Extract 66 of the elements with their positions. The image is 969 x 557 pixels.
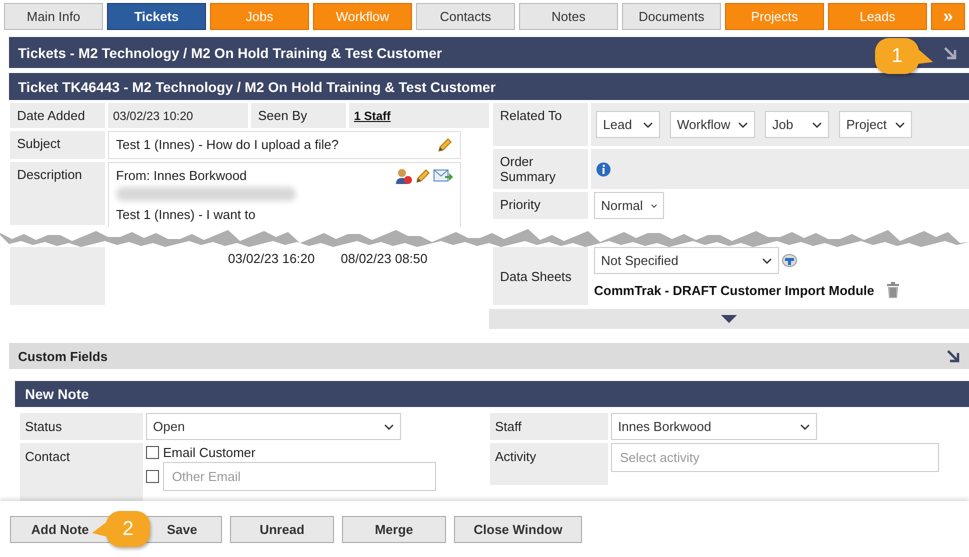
trash-icon[interactable]	[886, 282, 900, 298]
caret-icon	[812, 122, 822, 128]
action-button[interactable]: Add Note	[10, 516, 110, 542]
step-tooltip: 1	[875, 38, 919, 74]
action-button[interactable]: Close Window	[454, 516, 582, 542]
caret-icon	[894, 122, 905, 128]
status-select[interactable]: Open	[146, 413, 401, 440]
staff-select[interactable]: Innes Borkwood	[611, 413, 817, 440]
field-label: Contact	[20, 443, 143, 501]
field-label: Related To	[493, 103, 588, 146]
related-select[interactable]: Job	[765, 111, 830, 138]
field-label: Priority	[493, 192, 588, 219]
related-select[interactable]: Workflow	[670, 111, 756, 138]
nav-tab[interactable]: Notes	[519, 3, 618, 30]
tooltip-pointer	[92, 521, 108, 537]
field-label: Description	[10, 162, 105, 225]
date-value: 03/02/23 10:20	[108, 103, 248, 128]
related-select[interactable]: Lead	[596, 111, 660, 138]
info-icon[interactable]	[596, 162, 611, 176]
caret-icon	[762, 258, 772, 264]
sender-text: From: Innes Borkwood	[116, 168, 248, 183]
data-sheet-name: CommTrak - DRAFT Customer Import Module	[594, 282, 874, 298]
data-sheet-select[interactable]: Not Specified	[594, 247, 779, 274]
caret-icon	[738, 122, 748, 128]
action-button[interactable]: Merge	[342, 516, 446, 542]
pencil-icon[interactable]	[415, 168, 431, 184]
section-title: Custom Fields	[18, 348, 108, 364]
priority-select[interactable]: Normal	[594, 192, 664, 219]
field-label: Order Summary	[493, 149, 588, 189]
field-label: Status	[20, 413, 143, 440]
ticket-title: Ticket TK46443 - M2 Technology / M2 On Hold Training & Test Customer	[18, 78, 496, 94]
closure-date: 08/02/23 08:50	[340, 251, 428, 268]
step-tooltip: 2	[106, 511, 150, 547]
caret-icon	[643, 122, 653, 128]
caret-icon	[384, 424, 394, 430]
field-label: Staff	[490, 413, 608, 440]
description-text: Test 1 (Innes) - I want to	[116, 207, 256, 222]
nav-tab[interactable]: Tickets	[107, 3, 206, 30]
down-triangle-icon	[721, 315, 737, 323]
diagonal-arrow-icon[interactable]	[946, 349, 960, 363]
note-title: New Note	[25, 386, 89, 402]
mail-forward-icon[interactable]	[433, 168, 453, 184]
nav-tab[interactable]: Documents	[622, 3, 721, 30]
description-field[interactable]: From: Innes Borkwood Test 1 (Innes) - I want to	[108, 162, 461, 227]
nav-tab[interactable]: Contacts	[416, 3, 515, 30]
caret-icon	[800, 424, 810, 430]
field-label: Date Added	[10, 103, 105, 128]
checkbox[interactable]	[146, 446, 159, 459]
checkbox-label: Email Customer	[163, 445, 256, 460]
user-remove-icon[interactable]	[395, 168, 413, 184]
tooltip-pointer	[917, 48, 933, 64]
field-label: Data Sheets	[493, 247, 588, 305]
field-label: Subject	[10, 131, 105, 159]
diagonal-arrow-icon[interactable]	[943, 46, 957, 60]
checkbox[interactable]	[146, 470, 159, 483]
nav-tab[interactable]: Main Info	[4, 3, 103, 30]
response-date: 03/02/23 16:20	[228, 251, 315, 268]
subject-field[interactable]: Test 1 (Innes) - How do I upload a file?	[108, 131, 461, 159]
caret-icon	[650, 202, 657, 208]
action-button[interactable]: Unread	[230, 516, 334, 542]
field-label: Activity	[490, 443, 608, 485]
related-select[interactable]: Project	[839, 111, 912, 138]
panel-title: Tickets - M2 Technology / M2 On Hold Training & Test Customer	[18, 44, 442, 60]
field-label: Seen By	[251, 103, 346, 128]
pencil-icon[interactable]	[437, 137, 453, 153]
staff-link[interactable]: 1 Staff	[354, 108, 391, 122]
